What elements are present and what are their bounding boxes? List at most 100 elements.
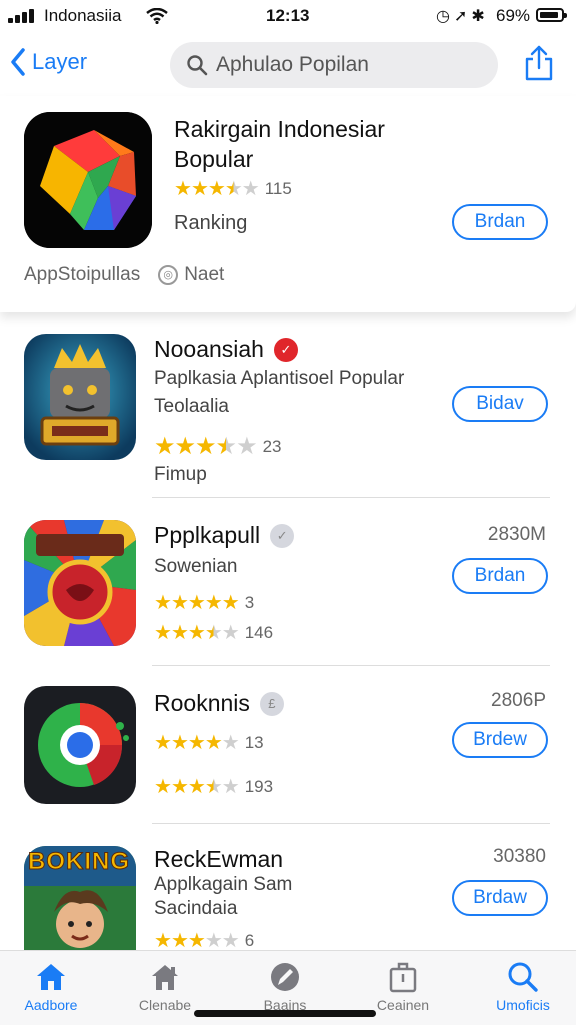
star-icon: ★ [224, 178, 243, 200]
star-icon: ★ [170, 622, 189, 644]
search-icon [187, 55, 208, 76]
house-outline-icon [152, 965, 178, 990]
star-icon: ★ [170, 592, 189, 614]
get-button[interactable]: Brdaw [452, 880, 548, 916]
home-indicator [194, 1010, 376, 1017]
featured-meta: AppStoipullas ◎ Naet [24, 264, 224, 286]
tab-today[interactable]: Aadbore [0, 957, 106, 1013]
app-icon-browser[interactable] [24, 686, 136, 804]
app-rating: ★★★★★ 13 [154, 730, 264, 755]
tab-arcade[interactable]: Ceainen [348, 957, 458, 1013]
pen-icon [271, 963, 299, 991]
app-size: 30380 [493, 846, 546, 867]
app-icon-game[interactable] [24, 520, 136, 646]
bluetooth-icon: ✱ [471, 8, 489, 25]
back-label: Layer [32, 49, 88, 74]
battery-icon [536, 8, 567, 22]
app-name-text: ReckEwman [154, 846, 284, 872]
signal-icon [8, 9, 38, 23]
featured-get-button[interactable]: Brdan [452, 204, 548, 240]
featured-badge: ◎ Naet [158, 264, 224, 286]
share-icon [525, 45, 553, 81]
featured-rating: ★★★★★ 115 [174, 176, 292, 201]
app-size: 2806P [491, 690, 546, 711]
tab-games[interactable]: Clenabe [110, 957, 220, 1013]
rating-count: 193 [244, 776, 274, 796]
star-icon: ★ [221, 622, 240, 644]
app-category: Teolaalia [154, 396, 229, 417]
star-icon: ★ [154, 433, 175, 460]
star-icon: ★ [204, 732, 223, 754]
featured-meta-label: AppStoipullas [24, 264, 141, 285]
rating-stars: ★★★★★ [154, 774, 240, 799]
carrier-name: Indonasiia [44, 6, 122, 25]
rating-stars: ★★★★★ [154, 620, 240, 645]
tab-search[interactable]: Umoficis [468, 957, 576, 1013]
app-name-text: Rooknnis [154, 690, 250, 716]
star-icon: ★ [204, 776, 223, 798]
star-icon: ★ [170, 732, 189, 754]
rating-count: 23 [262, 436, 282, 456]
app-subtitle: Sowenian [154, 556, 238, 577]
star-icon: ★ [207, 178, 226, 200]
search-input[interactable]: Aphulao Popilan [170, 42, 498, 88]
rating-count: 6 [244, 930, 255, 950]
status-bar: Indonasiia 12:13 ◷➚✱ 69% [0, 0, 576, 32]
featured-badge-label: Naet [184, 264, 225, 285]
rating-stars: ★★★★★ [154, 730, 240, 755]
app-name: ReckEwman [154, 846, 283, 873]
tab-label: Aadbore [24, 997, 78, 1013]
get-button[interactable]: Brdew [452, 722, 548, 758]
star-icon: ★ [187, 592, 206, 614]
featured-stars: ★★★★★ [174, 176, 260, 201]
list-item[interactable]: BOKING ReckEwman Applkagain Sam Sacindai… [0, 824, 576, 950]
featured-title: Rakirgain Indonesiar Bopular [174, 116, 385, 172]
rating-count: 146 [244, 622, 274, 642]
app-subtitle: Applkagain Sam [154, 874, 293, 895]
battery-percent: 69% [496, 6, 531, 25]
list-item[interactable]: Rooknnis £ ★★★★★ 13 ★★★★★ 193 2806P Brde… [0, 666, 576, 824]
wifi-icon [146, 7, 168, 29]
star-icon: ★ [154, 776, 172, 798]
share-button[interactable] [522, 44, 556, 87]
star-icon: ★ [174, 178, 192, 200]
verified-badge-icon: ✓ [270, 523, 295, 548]
list-item[interactable]: Nooansiah ✓ Paplkasia Aplantisoel Popula… [0, 320, 576, 498]
star-icon: ★ [170, 930, 189, 950]
featured-app-icon[interactable] [24, 112, 152, 248]
app-icon-text: BOKING [28, 848, 130, 876]
status-icons: ◷➚✱ [436, 6, 489, 26]
app-rating: ★★★★★ 23 [154, 432, 282, 461]
star-icon: ★ [174, 433, 196, 460]
star-icon: ★ [187, 930, 206, 950]
star-icon: ★ [204, 622, 223, 644]
app-icon-game[interactable] [24, 334, 136, 460]
tab-label: Umoficis [496, 997, 550, 1013]
star-icon: ★ [187, 776, 206, 798]
home-icon [37, 964, 65, 990]
app-rating: ★★★★★ 3 [154, 590, 254, 615]
rating-count: 13 [244, 732, 264, 752]
list-item[interactable]: Ppplkapull ✓ Sowenian ★★★★★ 3 ★★★★★ 146 … [0, 498, 576, 666]
star-icon: ★ [154, 930, 172, 950]
star-icon: ★ [241, 178, 260, 200]
app-rating-secondary: ★★★★★ 193 [154, 774, 273, 799]
verified-badge-icon: £ [259, 691, 284, 716]
featured-rating-count: 115 [264, 178, 292, 198]
app-developer: Fimup [154, 464, 207, 485]
tab-apps[interactable]: Baains [230, 957, 340, 1013]
app-name-text: Nooansiah [154, 336, 264, 362]
star-icon: ★ [154, 622, 172, 644]
verified-badge-icon: ✓ [273, 337, 298, 362]
status-time: 12:13 [266, 6, 310, 25]
app-name: Ppplkapull ✓ [154, 522, 295, 549]
star-icon: ★ [221, 592, 240, 614]
rating-stars: ★★★★★ [154, 928, 240, 950]
app-category: Sacindaia [154, 898, 238, 919]
star-icon: ★ [221, 732, 240, 754]
star-icon: ★ [154, 732, 172, 754]
get-button[interactable]: Brdan [452, 558, 548, 594]
back-button[interactable]: Layer [10, 48, 87, 76]
star-icon: ★ [221, 930, 240, 950]
get-button[interactable]: Bidav [452, 386, 548, 422]
